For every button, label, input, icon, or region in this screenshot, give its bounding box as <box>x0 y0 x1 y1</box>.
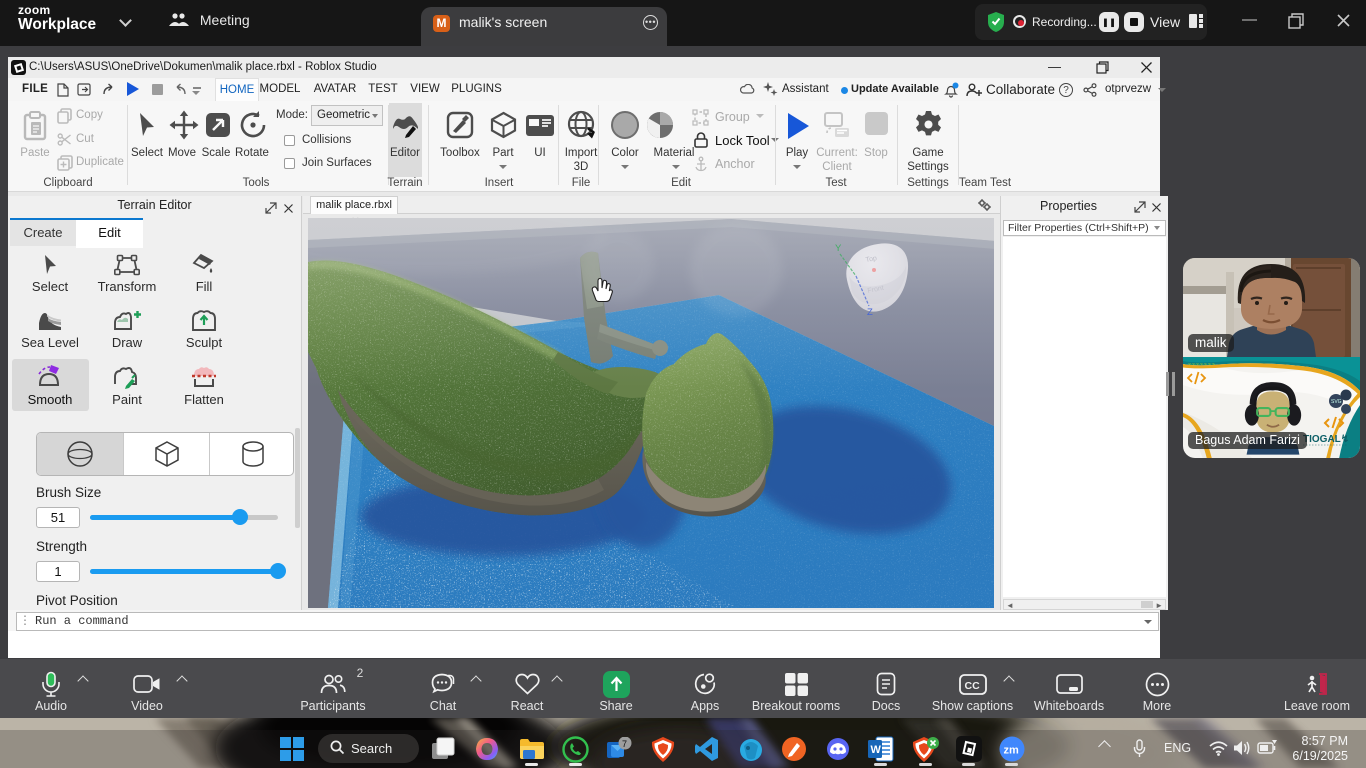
svg-text:Y: Y <box>835 243 842 254</box>
svg-text:SVG: SVG <box>1331 399 1342 405</box>
svg-text:W: W <box>871 744 882 756</box>
svg-text:CC: CC <box>964 680 980 692</box>
svg-text:⌁⌁⌁⌁⌁⌁⌁: ⌁⌁⌁⌁⌁⌁⌁ <box>1188 361 1215 368</box>
svg-text:zm: zm <box>1004 745 1020 757</box>
svg-text:Z: Z <box>867 307 873 318</box>
svg-text:TIOGAL↯: TIOGAL↯ <box>1303 434 1349 445</box>
svg-text:7: 7 <box>622 739 627 749</box>
